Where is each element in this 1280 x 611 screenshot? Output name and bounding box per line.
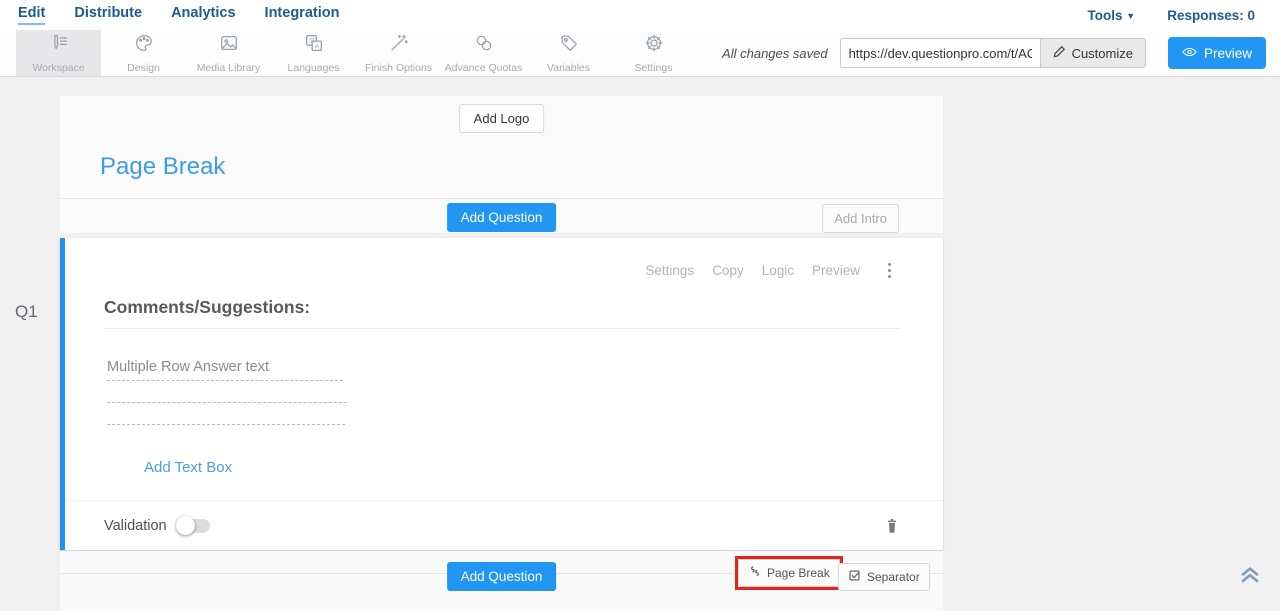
checkbox-checked-icon	[848, 569, 861, 585]
nav-right: Tools ▼ Responses: 0	[1088, 8, 1255, 23]
customize-url-button[interactable]: Customize	[1040, 38, 1146, 68]
toolbar-item-finish-options[interactable]: Finish Options	[356, 30, 441, 76]
nav-links: Edit Distribute Analytics Integration	[18, 5, 339, 25]
tools-dropdown[interactable]: Tools ▼	[1088, 8, 1136, 23]
question-preview-link[interactable]: Preview	[812, 263, 860, 278]
toolbar-item-variables[interactable]: Variables	[526, 30, 611, 76]
bottom-add-section: Add Question Page Break Separator	[60, 551, 943, 611]
palette-icon	[133, 32, 155, 59]
toolbar-item-settings[interactable]: Settings	[611, 30, 696, 76]
scroll-to-top-button[interactable]	[1237, 561, 1263, 587]
nav-tab-edit[interactable]: Edit	[18, 5, 45, 25]
survey-header-card: Add Logo Page Break Add Question Add Int…	[60, 96, 943, 233]
question-footer: Validation	[65, 500, 943, 550]
double-chevron-up-icon	[1237, 575, 1263, 590]
page-break-button[interactable]: Page Break	[738, 559, 840, 587]
toggle-knob	[176, 516, 195, 535]
add-logo-button[interactable]: Add Logo	[459, 104, 545, 133]
svg-text:A: A	[314, 43, 319, 50]
kebab-menu-icon[interactable]	[886, 261, 893, 280]
add-question-button-bottom[interactable]: Add Question	[447, 562, 557, 591]
answer-text-row-3[interactable]	[107, 424, 345, 425]
answer-text-row-1[interactable]: Multiple Row Answer text	[107, 359, 343, 381]
question-title-divider	[104, 328, 901, 329]
gear-icon	[643, 32, 665, 59]
delete-question-button[interactable]	[883, 516, 901, 536]
toolbar-right: All changes saved Customize Preview	[722, 30, 1280, 76]
answer-text-row-2[interactable]	[107, 402, 347, 403]
image-icon	[218, 32, 240, 59]
toolbar-item-media-library[interactable]: Media Library	[186, 30, 271, 76]
page-break-icon	[748, 565, 761, 581]
top-nav: Edit Distribute Analytics Integration To…	[0, 0, 1280, 30]
pencil-icon	[1053, 45, 1066, 61]
question-copy-link[interactable]: Copy	[712, 263, 744, 278]
survey-editor-app: Edit Distribute Analytics Integration To…	[0, 0, 1280, 611]
question-card: Settings Copy Logic Preview Comments/Sug…	[60, 238, 943, 550]
separator-button[interactable]: Separator	[838, 563, 930, 591]
add-question-button-top[interactable]: Add Question	[447, 203, 557, 232]
workspace-icon	[48, 32, 70, 59]
question-title[interactable]: Comments/Suggestions:	[104, 297, 310, 318]
add-intro-button[interactable]: Add Intro	[822, 204, 899, 233]
header-card-divider	[60, 198, 943, 199]
tag-icon	[558, 32, 580, 59]
magic-wand-icon	[388, 32, 410, 59]
add-text-box-link[interactable]: Add Text Box	[144, 459, 232, 476]
toolbar-item-advance-quotas[interactable]: Advance Quotas	[441, 30, 526, 76]
preview-button[interactable]: Preview	[1168, 37, 1266, 69]
chevron-down-icon: ▼	[1126, 11, 1135, 21]
eye-icon	[1182, 46, 1197, 61]
question-logic-link[interactable]: Logic	[762, 263, 794, 278]
page-break-highlight-box: Page Break	[735, 556, 843, 590]
responses-count[interactable]: Responses: 0	[1167, 8, 1255, 23]
editor-toolbar: Workspace Design Media Library 文A Langua…	[0, 30, 1280, 77]
nav-tab-distribute[interactable]: Distribute	[74, 5, 142, 25]
toolbar-item-workspace[interactable]: Workspace	[16, 30, 101, 76]
translate-icon: 文A	[303, 32, 325, 59]
question-actions: Settings Copy Logic Preview	[645, 261, 893, 280]
nav-tab-analytics[interactable]: Analytics	[171, 5, 235, 25]
trash-icon	[883, 524, 901, 539]
toolbar-item-languages[interactable]: 文A Languages	[271, 30, 356, 76]
question-settings-link[interactable]: Settings	[645, 263, 694, 278]
toolbar-item-design[interactable]: Design	[101, 30, 186, 76]
links-icon	[473, 32, 495, 59]
survey-title[interactable]: Page Break	[100, 153, 225, 181]
nav-tab-integration[interactable]: Integration	[265, 5, 340, 25]
save-status-text: All changes saved	[722, 46, 828, 61]
validation-label: Validation	[104, 518, 167, 534]
question-number-label: Q1	[15, 302, 38, 322]
survey-url-input[interactable]	[840, 38, 1040, 68]
validation-toggle[interactable]	[178, 519, 210, 533]
